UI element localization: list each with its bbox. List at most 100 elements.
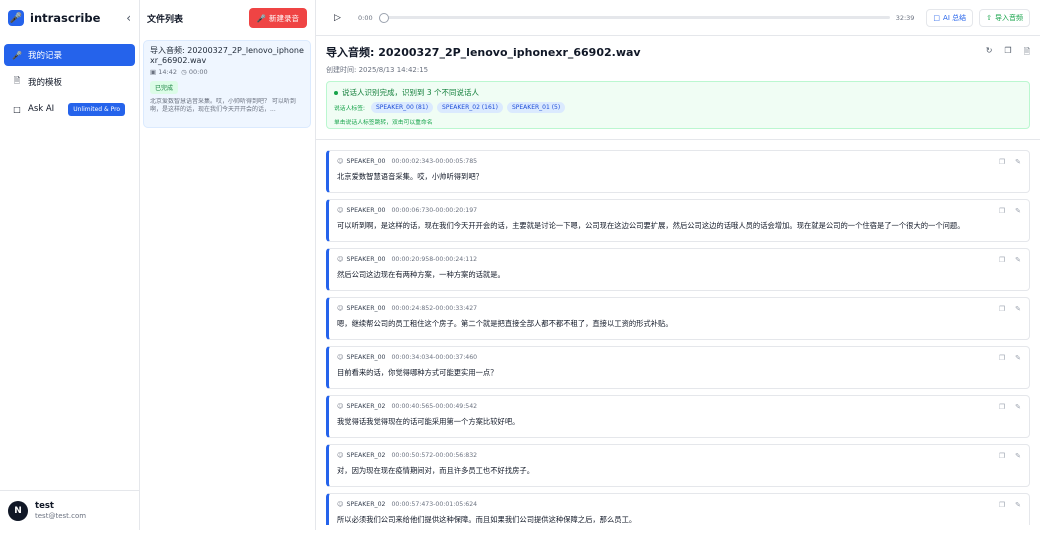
plan-badge: Unlimited & Pro: [68, 102, 126, 116]
user-info: test test@test.com: [35, 501, 86, 520]
main-panel: ▷ 0:00 32:39 □ AI 总结 ⇧ 导入音频 导入音频: 202003…: [316, 0, 1040, 530]
created-time: 创建时间: 2025/8/13 14:42:15: [326, 66, 429, 74]
copy-icon[interactable]: ❐: [999, 207, 1005, 215]
copy-icon[interactable]: ❐: [999, 403, 1005, 411]
edit-icon[interactable]: ✎: [1015, 207, 1021, 215]
edit-icon[interactable]: ✎: [1015, 403, 1021, 411]
segment-time: 00:00:34:034-00:00:37:460: [391, 354, 478, 361]
copy-icon[interactable]: ❐: [999, 452, 1005, 460]
segment-text: 北京爱数智慧语音采集。哎，小帅听得到吧？: [337, 172, 483, 181]
segment-actions: ❐ ✎: [999, 452, 1021, 460]
segment-time: 00:00:50:572-00:00:56:832: [391, 452, 478, 459]
upload-icon: ⇧: [986, 13, 992, 22]
speaker-status-text: 说话人识别完成，识别到 3 个不同说话人: [342, 88, 480, 97]
sidebar: 🎤 intrascribe ‹ 🎤 我的记录 🗎 我的模板 □ Ask AI U…: [0, 0, 140, 530]
segment-actions: ❐ ✎: [999, 403, 1021, 411]
person-icon: ☺: [337, 403, 344, 410]
segment-speaker: SPEAKER_00: [346, 207, 386, 214]
transcript-segment[interactable]: ☺ SPEAKER_02 00:00:40:565-00:00:49:542 我…: [326, 395, 1030, 438]
speaker-tag[interactable]: SPEAKER_02 (161): [437, 102, 503, 113]
tags-label: 说话人标签:: [334, 106, 365, 112]
transcript-segment[interactable]: ☺ SPEAKER_00 00:00:02:343-00:00:05:785 北…: [326, 150, 1030, 193]
file-icon[interactable]: 🗎: [1024, 46, 1030, 60]
user-profile[interactable]: N test test@test.com: [0, 490, 139, 530]
speaker-tag[interactable]: SPEAKER_00 (81): [370, 102, 434, 113]
copy-icon[interactable]: ❐: [1004, 46, 1011, 60]
segment-speaker: SPEAKER_00: [346, 158, 386, 165]
sidebar-nav: 🎤 我的记录 🗎 我的模板 □ Ask AI Unlimited & Pro: [0, 36, 139, 120]
transcript-segment[interactable]: ☺ SPEAKER_00 00:00:20:958-00:00:24:112 然…: [326, 248, 1030, 291]
total-time: 32:39: [895, 13, 915, 22]
edit-icon[interactable]: ✎: [1015, 256, 1021, 264]
new-recording-button[interactable]: 🎤 新建录音: [248, 8, 307, 28]
transcript-segment[interactable]: ☺ SPEAKER_02 00:00:57:473-00:01:05:624 所…: [326, 493, 1030, 525]
file-title: 导入音频: 20200327_2P_lenovo_iphonexr_66902.…: [150, 46, 304, 65]
speaker-status: 说话人识别完成，识别到 3 个不同说话人: [334, 87, 1022, 98]
segment-text: 嗯，继续帮公司的员工租住这个房子。第二个就是把直接全部人都不都不租了，直接以工资…: [337, 319, 673, 328]
copy-icon[interactable]: ❐: [999, 158, 1005, 166]
copy-icon[interactable]: ❐: [999, 305, 1005, 313]
person-icon: ☺: [337, 158, 344, 165]
person-icon: ☺: [337, 501, 344, 508]
collapse-sidebar-icon[interactable]: ‹: [126, 11, 131, 25]
transcript-segment[interactable]: ☺ SPEAKER_00 00:00:24:852-00:00:33:427 嗯…: [326, 297, 1030, 340]
transcript-segment[interactable]: ☺ SPEAKER_00 00:00:34:034-00:00:37:460 目…: [326, 346, 1030, 389]
sidebar-item-my-templates[interactable]: 🗎 我的模板: [4, 71, 135, 93]
segment-actions: ❐ ✎: [999, 207, 1021, 215]
file-card[interactable]: 导入音频: 20200327_2P_lenovo_iphonexr_66902.…: [143, 40, 311, 128]
transcript-segment[interactable]: ☺ SPEAKER_02 00:00:50:572-00:00:56:832 对…: [326, 444, 1030, 487]
file-preview: 北京爱数智慧语音采集。哎，小帅听得到吧？ 可以听到啊，是这样的话，现在我们今天开…: [150, 98, 296, 113]
segment-speaker: SPEAKER_02: [346, 403, 386, 410]
segment-actions: ❐ ✎: [999, 158, 1021, 166]
chat-icon: □: [13, 104, 21, 114]
progress-slider[interactable]: [378, 12, 890, 23]
sidebar-item-my-records[interactable]: 🎤 我的记录: [4, 44, 135, 66]
edit-icon[interactable]: ✎: [1015, 305, 1021, 313]
new-recording-label: 新建录音: [269, 13, 299, 23]
edit-icon[interactable]: ✎: [1015, 354, 1021, 362]
segment-time: 00:00:02:343-00:00:05:785: [391, 158, 478, 165]
status-badge: 已完成: [150, 81, 179, 94]
play-icon[interactable]: ▷: [334, 13, 350, 23]
copy-icon[interactable]: ❐: [999, 354, 1005, 362]
segment-text: 所以必须我们公司来给他们提供这种保障。而且如果我们公司提供这种保障之后，那么员工…: [337, 515, 637, 524]
app-root: 🎤 intrascribe ‹ 🎤 我的记录 🗎 我的模板 □ Ask AI U…: [0, 0, 1040, 530]
sidebar-item-label: 我的模板: [28, 78, 63, 88]
segment-speaker: SPEAKER_00: [346, 256, 386, 263]
edit-icon[interactable]: ✎: [1015, 158, 1021, 166]
segment-header: ☺ SPEAKER_00 00:00:20:958-00:00:24:112: [337, 256, 1021, 263]
segment-header: ☺ SPEAKER_00 00:00:06:730-00:00:20:197: [337, 207, 1021, 214]
refresh-icon[interactable]: ↻: [986, 46, 993, 60]
segment-header: ☺ SPEAKER_02 00:00:40:565-00:00:49:542: [337, 403, 1021, 410]
edit-icon[interactable]: ✎: [1015, 452, 1021, 460]
segment-time: 00:00:06:730-00:00:20:197: [391, 207, 478, 214]
person-icon: ☺: [337, 305, 344, 312]
copy-icon[interactable]: ❐: [999, 501, 1005, 509]
speaker-tags: 说话人标签: SPEAKER_00 (81) SPEAKER_02 (161) …: [334, 102, 1022, 113]
progress-thumb[interactable]: [378, 12, 389, 23]
file-duration: 00:00: [188, 68, 208, 76]
microphone-icon: 🎤: [12, 50, 22, 60]
file-time: 14:42: [158, 68, 177, 76]
file-list-title: 文件列表: [147, 14, 184, 25]
audio-player: ▷ 0:00 32:39 □ AI 总结 ⇧ 导入音频: [316, 0, 1040, 36]
ai-summary-button[interactable]: □ AI 总结: [926, 8, 974, 27]
segment-time: 00:00:40:565-00:00:49:542: [391, 403, 478, 410]
sidebar-item-ask-ai[interactable]: □ Ask AI Unlimited & Pro: [4, 98, 135, 120]
copy-icon[interactable]: ❐: [999, 256, 1005, 264]
speaker-tip: 单击说话人标签跳转，双击可以重命名: [334, 120, 433, 126]
segment-text: 可以听到啊，是这样的话，现在我们今天开开会的话，主要就是讨论一下嗯，公司现在这边…: [337, 221, 965, 230]
page-title: 导入音频: 20200327_2P_lenovo_iphonexr_66902.…: [326, 46, 641, 59]
segment-speaker: SPEAKER_00: [346, 305, 386, 312]
segment-time: 00:00:20:958-00:00:24:112: [391, 256, 478, 263]
segment-speaker: SPEAKER_02: [346, 501, 386, 508]
import-audio-button[interactable]: ⇧ 导入音频: [979, 8, 1030, 27]
segment-text: 我觉得话我觉得现在的话可能采用第一个方案比较好吧。: [337, 417, 520, 426]
edit-icon[interactable]: ✎: [1015, 501, 1021, 509]
brand: 🎤 intrascribe ‹: [0, 0, 139, 36]
segment-text: 对，因为现在现在疫情期间对，而且许多员工也不好找房子。: [337, 466, 535, 475]
chat-icon: □: [933, 13, 941, 22]
transcript-segment[interactable]: ☺ SPEAKER_00 00:00:06:730-00:00:20:197 可…: [326, 199, 1030, 242]
speaker-tag[interactable]: SPEAKER_01 (5): [506, 102, 566, 113]
segment-time: 00:00:24:852-00:00:33:427: [391, 305, 478, 312]
